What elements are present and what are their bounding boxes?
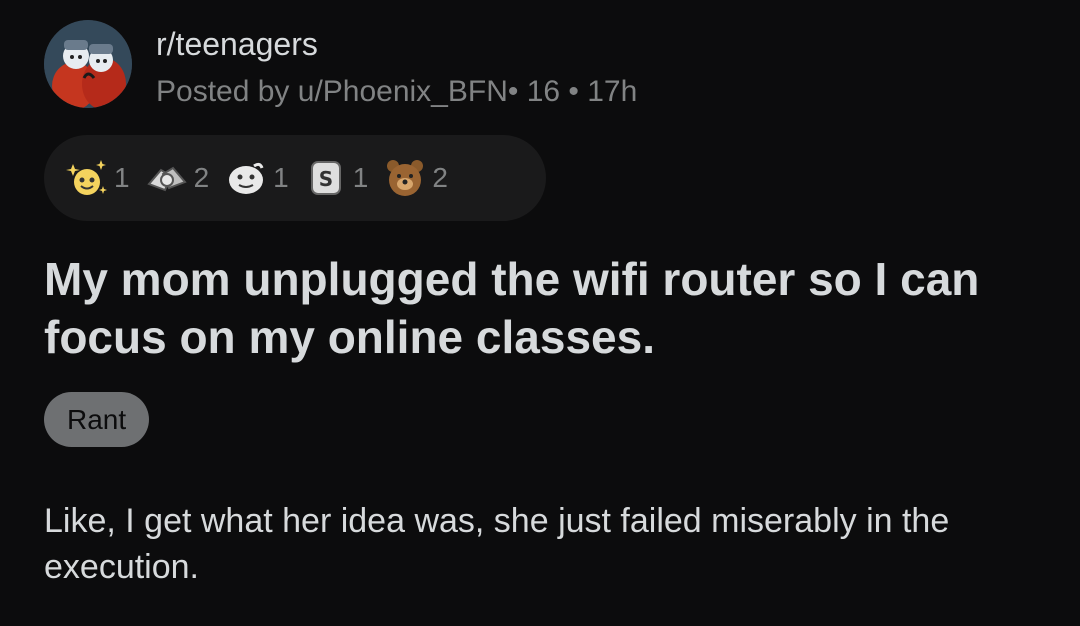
subreddit-avatar[interactable] — [44, 20, 132, 108]
award-count: 1 — [352, 162, 369, 193]
award-count: 2 — [432, 162, 448, 193]
handshake-icon — [144, 155, 190, 201]
coin-s-icon: S — [303, 155, 349, 201]
post-meta: Posted by u/Phoenix_BFN• 16 • 17h — [156, 75, 638, 108]
bear-icon — [382, 155, 428, 201]
award-item[interactable]: 1 — [223, 155, 289, 201]
award-count: 2 — [193, 162, 210, 193]
post-body: Like, I get what her idea was, she just … — [44, 502, 950, 586]
post-title[interactable]: My mom unplugged the wifi router so I ca… — [44, 250, 1044, 366]
wholesome-sparkle-icon — [64, 155, 110, 201]
face-emoji-icon — [223, 155, 269, 201]
award-count: 1 — [273, 162, 289, 193]
award-item[interactable]: 2 — [382, 155, 448, 201]
awards-bar[interactable]: 1 2 1 S 1 2 — [44, 135, 546, 221]
award-item[interactable]: 2 — [144, 155, 210, 201]
subreddit-name[interactable]: r/teenagers — [156, 24, 318, 64]
flair-badge[interactable]: Rant — [44, 392, 150, 447]
award-item[interactable]: S 1 — [303, 155, 369, 201]
award-count: 1 — [114, 162, 130, 193]
svg-text:S: S — [319, 167, 333, 191]
award-item[interactable]: 1 — [64, 155, 130, 201]
